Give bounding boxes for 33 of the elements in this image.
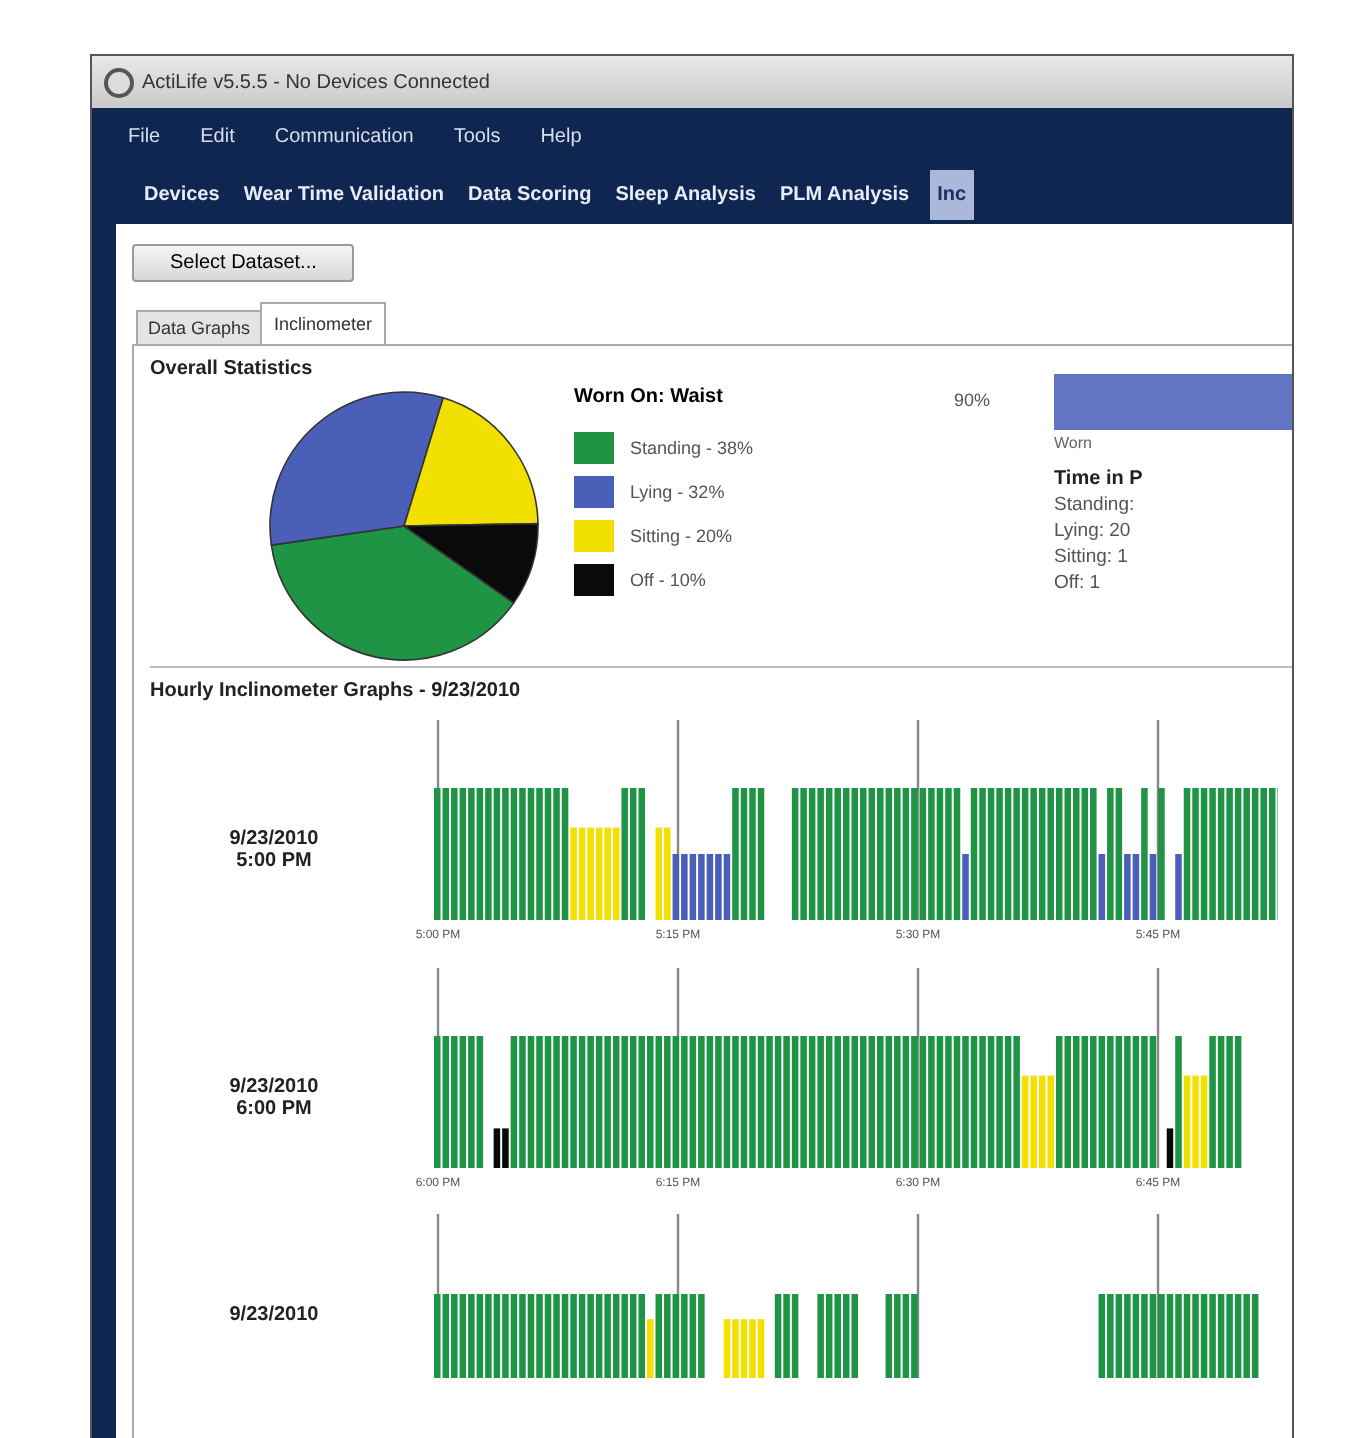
- menu-item[interactable]: Tools: [453, 125, 501, 147]
- row-label: 9/23/2010 5:00 PM: [227, 826, 321, 872]
- window-title: ActiLife v5.5.5 - No Devices Connected: [142, 71, 490, 93]
- legend-label: Standing - 38%: [630, 438, 754, 458]
- section-title: Hourly Inclinometer Graphs - 9/23/2010: [150, 680, 523, 702]
- tab[interactable]: PLM Analysis: [775, 171, 914, 217]
- row-label: 9/23/2010 6:00 PM: [227, 1074, 321, 1120]
- menu-item[interactable]: Edit: [200, 125, 235, 147]
- stat-text: Standing:: [1054, 494, 1137, 516]
- section-title: Overall Statistics: [150, 358, 315, 380]
- stat-text: Sitting: 1: [1054, 546, 1130, 568]
- tab[interactable]: Sleep Analysis: [611, 171, 760, 217]
- tab[interactable]: Wear Time Validation: [239, 171, 449, 217]
- tab[interactable]: Devices: [140, 171, 224, 217]
- app-icon: [104, 67, 134, 97]
- menu-item[interactable]: File: [128, 125, 161, 147]
- tab[interactable]: Data Graphs: [136, 310, 263, 344]
- stat-text: Lying: 20: [1054, 520, 1133, 542]
- worn-on-label: Worn On: Waist: [574, 386, 725, 408]
- menu-item[interactable]: Help: [540, 125, 582, 147]
- legend-label: Off - 10%: [630, 570, 706, 590]
- percent-label: 90%: [954, 388, 993, 414]
- select-dataset-button[interactable]: Select Dataset...: [132, 244, 355, 282]
- section-title: Time in P: [1054, 468, 1145, 490]
- tab[interactable]: Data Scoring: [464, 171, 596, 217]
- stat-text: Off: 1: [1054, 572, 1103, 594]
- bar-label: Worn: [1054, 434, 1094, 452]
- row-label: 9/23/2010: [227, 1301, 321, 1325]
- tab[interactable]: Inc: [929, 169, 975, 219]
- legend-label: Sitting - 20%: [630, 526, 733, 546]
- tab[interactable]: Inclinometer: [260, 302, 387, 344]
- menu-item[interactable]: Communication: [274, 125, 414, 147]
- legend-label: Lying - 32%: [630, 482, 725, 502]
